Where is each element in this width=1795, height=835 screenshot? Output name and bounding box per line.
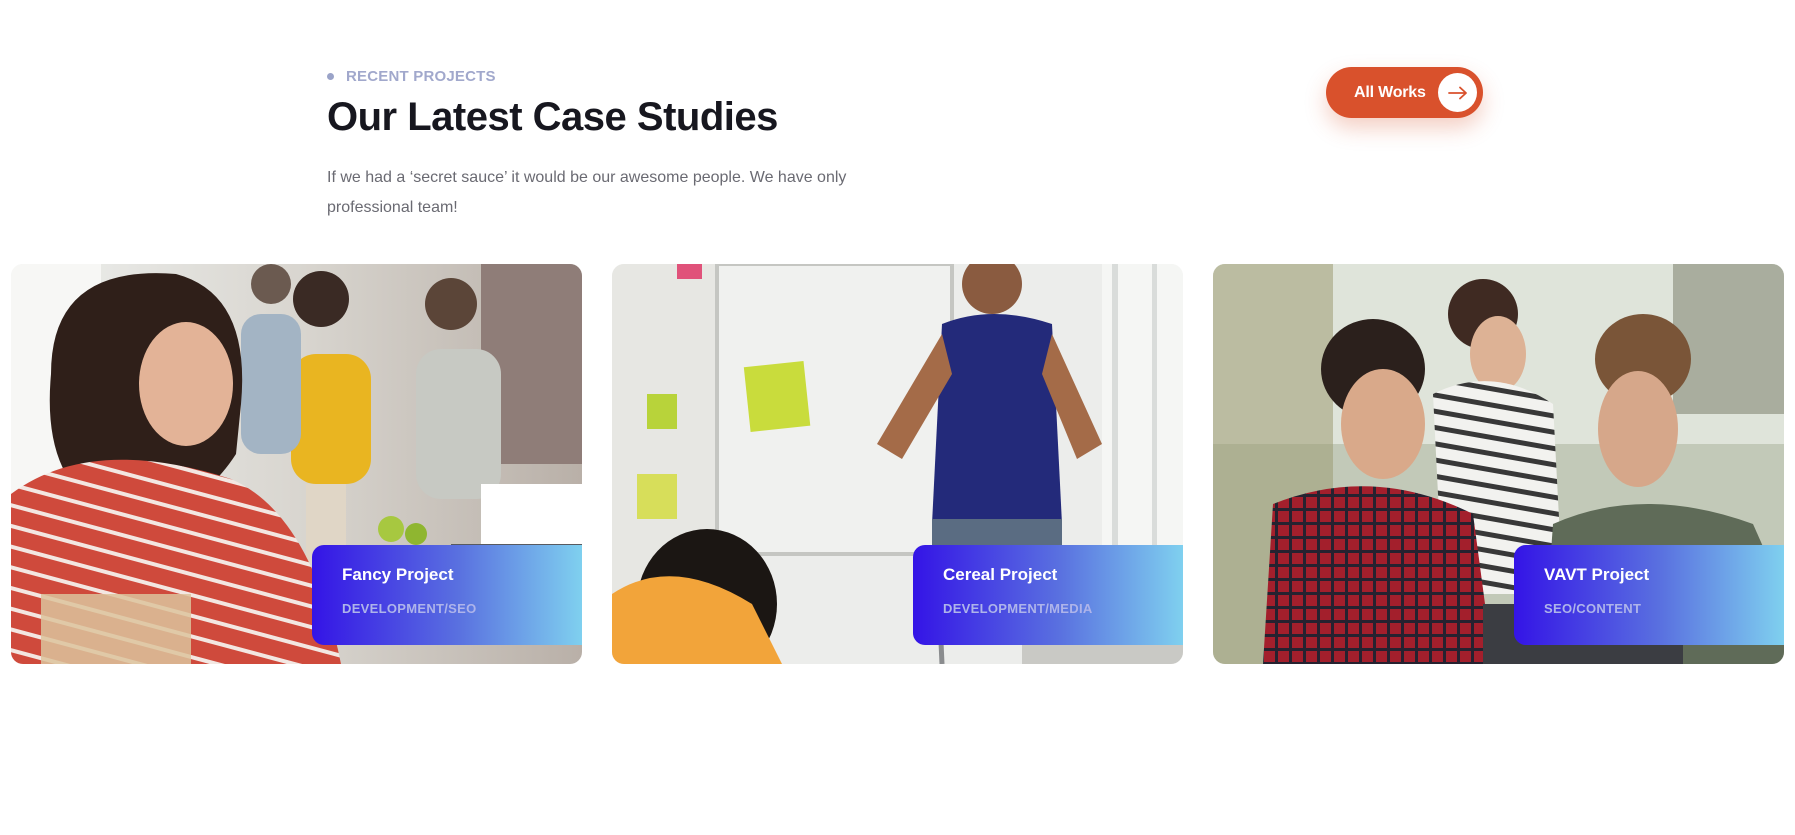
section-description: If we had a ‘secret sauce’ it would be o…	[327, 169, 847, 216]
project-title[interactable]: VAVT Project	[1544, 565, 1649, 585]
project-info-panel[interactable]: Fancy Project DEVELOPMENT/SEO	[312, 545, 582, 645]
project-title[interactable]: Cereal Project	[943, 565, 1057, 585]
project-info-panel[interactable]: VAVT Project SEO/CONTENT	[1514, 545, 1784, 645]
bullet-dot-icon	[327, 73, 334, 80]
eyebrow-label: RECENT PROJECTS	[346, 68, 496, 85]
section-eyebrow: RECENT PROJECTS	[327, 68, 496, 85]
project-card-cereal[interactable]: Cereal Project DEVELOPMENT/MEDIA	[612, 264, 1183, 664]
project-info-panel[interactable]: Cereal Project DEVELOPMENT/MEDIA	[913, 545, 1183, 645]
project-title[interactable]: Fancy Project	[342, 565, 454, 585]
all-works-label: All Works	[1354, 83, 1426, 101]
project-tags: DEVELOPMENT/SEO	[342, 601, 477, 616]
all-works-button[interactable]: All Works	[1326, 67, 1483, 118]
project-card-fancy[interactable]: Fancy Project DEVELOPMENT/SEO	[11, 264, 582, 664]
arrow-right-icon	[1438, 73, 1477, 112]
project-card-vavt[interactable]: VAVT Project SEO/CONTENT	[1213, 264, 1784, 664]
project-tags: DEVELOPMENT/MEDIA	[943, 601, 1093, 616]
project-tags: SEO/CONTENT	[1544, 601, 1642, 616]
section-title: Our Latest Case Studies	[327, 95, 778, 139]
